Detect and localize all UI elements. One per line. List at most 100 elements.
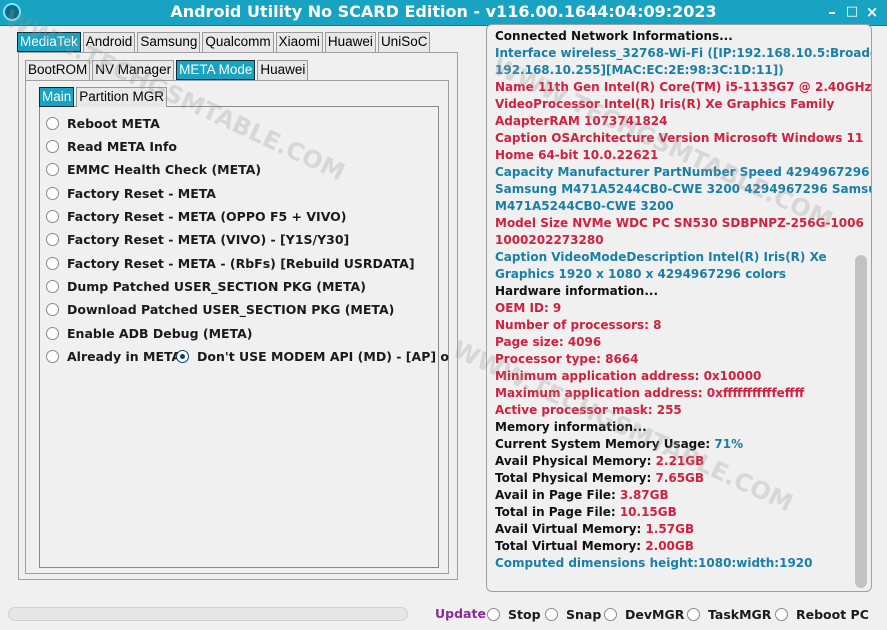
tab-huawei[interactable]: Huawei bbox=[257, 60, 309, 80]
tab-huawei[interactable]: Huawei bbox=[324, 32, 376, 52]
log-memory-line: Avail in Page File: 3.87GB bbox=[495, 487, 855, 504]
title-bar: Android Utility No SCARD Edition - v116.… bbox=[0, 0, 887, 26]
radio-button[interactable] bbox=[46, 232, 59, 246]
option-download-patched-user-section-pkg-meta[interactable]: Download Patched USER_SECTION PKG (META) bbox=[46, 300, 394, 318]
minimize-icon[interactable]: – bbox=[823, 3, 841, 21]
radio-button[interactable] bbox=[46, 302, 59, 316]
log-line: Graphics 1920 x 1080 x 4294967296 colors bbox=[495, 267, 786, 281]
log-line: Caption VideoModeDescription Intel(R) Ir… bbox=[495, 250, 827, 264]
option-label: Read META Info bbox=[67, 138, 177, 154]
log-memory-line: Avail Virtual Memory: 1.57GB bbox=[495, 521, 855, 538]
tab-meta-mode[interactable]: META Mode bbox=[176, 60, 256, 80]
log-line: Maximum application address: 0xfffffffff… bbox=[495, 386, 805, 400]
log-line: AdapterRAM 1073741824 bbox=[495, 114, 668, 128]
already-in-meta-label: Already in META bbox=[67, 348, 182, 364]
log-line: Memory information... bbox=[495, 420, 647, 434]
tab-unisoc[interactable]: UniSoC bbox=[377, 32, 431, 52]
bottom-option-reboot-pc[interactable]: Reboot PC bbox=[775, 606, 869, 623]
progress-bar bbox=[8, 607, 408, 621]
tab-samsung[interactable]: Samsung bbox=[137, 32, 201, 52]
bottom-option-devmgr[interactable]: DevMGR bbox=[604, 606, 684, 623]
option-label: Factory Reset - META (OPPO F5 + VIVO) bbox=[67, 208, 347, 224]
log-line: VideoProcessor Intel(R) Iris(R) Xe Graph… bbox=[495, 97, 835, 111]
log-memory-label: Avail Physical Memory: bbox=[495, 454, 656, 468]
log-memory-label: Total Physical Memory: bbox=[495, 471, 656, 485]
log-line: Connected Network Informations... bbox=[495, 29, 733, 43]
radio-button[interactable] bbox=[46, 256, 59, 270]
log-line: Model Size NVMe WDC PC SN530 SDBPNPZ-256… bbox=[495, 216, 864, 230]
log-memory-value: 1.57GB bbox=[645, 522, 695, 536]
sub-tabs: Main Partition MGR bbox=[39, 87, 169, 107]
already-in-meta-option[interactable]: Already in META bbox=[46, 347, 181, 365]
tab-bootrom[interactable]: BootROM bbox=[25, 60, 91, 80]
log-line: Name 11th Gen Intel(R) Core(TM) i5-1135G… bbox=[495, 80, 872, 94]
bottom-option-stop[interactable]: Stop bbox=[487, 606, 541, 623]
log-line: Capacity Manufacturer PartNumber Speed 4… bbox=[495, 165, 870, 179]
option-label: Factory Reset - META bbox=[67, 185, 216, 201]
option-factory-reset-meta-vivo-y1s-y30[interactable]: Factory Reset - META (VIVO) - [Y1S/Y30] bbox=[46, 230, 349, 248]
radio-button[interactable] bbox=[545, 608, 558, 621]
log-memory-line: Total in Page File: 10.15GB bbox=[495, 504, 855, 521]
radio-button[interactable] bbox=[46, 139, 59, 153]
dont-use-modem-api-option[interactable]: Don't USE MODEM API (MD) - [AP] o bbox=[176, 347, 449, 365]
tab-xiaomi[interactable]: Xiaomi bbox=[275, 32, 323, 52]
radio-button[interactable] bbox=[487, 608, 500, 621]
log-scrollbar[interactable] bbox=[855, 255, 867, 588]
option-label: Factory Reset - META (VIVO) - [Y1S/Y30] bbox=[67, 231, 350, 247]
radio-button[interactable] bbox=[687, 608, 700, 621]
tab-main[interactable]: Main bbox=[39, 87, 75, 107]
log-memory-value: 7.65GB bbox=[655, 471, 705, 485]
dont-use-modem-api-radio[interactable] bbox=[176, 349, 189, 363]
radio-button[interactable] bbox=[46, 209, 59, 223]
bottom-option-taskmgr[interactable]: TaskMGR bbox=[687, 606, 771, 623]
radio-button[interactable] bbox=[46, 186, 59, 200]
log-line: 192.168.10.255][MAC:EC:2E:98:3C:1D:11]) bbox=[495, 63, 784, 77]
already-in-meta-radio[interactable] bbox=[46, 349, 59, 363]
log-memory-value: 71% bbox=[714, 437, 744, 451]
log-line: Computed dimensions height:1080:width:19… bbox=[495, 556, 813, 570]
option-dump-patched-user-section-pkg-meta[interactable]: Dump Patched USER_SECTION PKG (META) bbox=[46, 277, 366, 295]
option-label: EMMC Health Check (META) bbox=[67, 161, 262, 177]
radio-button[interactable] bbox=[46, 279, 59, 293]
log-line: Interface wireless_32768-Wi-Fi ([IP:192.… bbox=[495, 46, 872, 60]
log-line: Home 64-bit 10.0.22621 bbox=[495, 148, 659, 162]
log-line: Minimum application address: 0x10000 bbox=[495, 369, 762, 383]
option-label: Enable ADB Debug (META) bbox=[67, 325, 253, 341]
log-line: Processor type: 8664 bbox=[495, 352, 639, 366]
window-title: Android Utility No SCARD Edition - v116.… bbox=[170, 2, 717, 21]
option-emmc-health-check-meta[interactable]: EMMC Health Check (META) bbox=[46, 160, 261, 178]
log-memory-value: 10.15GB bbox=[619, 505, 677, 519]
brand-tabs: MediaTek Android Samsung Qualcomm Xiaomi Huaw… bbox=[17, 32, 432, 52]
close-icon[interactable]: × bbox=[863, 3, 881, 21]
radio-button[interactable] bbox=[46, 116, 59, 130]
log-memory-line: Current System Memory Usage: 71% bbox=[495, 436, 855, 453]
option-read-meta-info[interactable]: Read META Info bbox=[46, 137, 177, 155]
log-line: Caption OSArchitecture Version Microsoft… bbox=[495, 131, 864, 145]
tab-partition-mgr[interactable]: Partition MGR bbox=[76, 87, 168, 107]
mode-tabs: BootROM NV Manager META Mode Huawei bbox=[25, 60, 310, 80]
option-factory-reset-meta-oppo-f5-vivo[interactable]: Factory Reset - META (OPPO F5 + VIVO) bbox=[46, 207, 347, 225]
tab-nv-manager[interactable]: NV Manager bbox=[92, 60, 175, 80]
option-label: Reboot META bbox=[67, 115, 160, 131]
tab-android[interactable]: Android bbox=[82, 32, 136, 52]
info-log[interactable]: Connected Network Informations... Interfa… bbox=[486, 24, 872, 592]
option-label: Dump Patched USER_SECTION PKG (META) bbox=[67, 278, 366, 294]
maximize-icon[interactable]: □ bbox=[843, 3, 861, 21]
option-enable-adb-debug-meta[interactable]: Enable ADB Debug (META) bbox=[46, 324, 253, 342]
radio-button[interactable] bbox=[46, 326, 59, 340]
option-factory-reset-meta[interactable]: Factory Reset - META bbox=[46, 184, 216, 202]
option-label: Factory Reset - META - (RbFs) [Rebuild U… bbox=[67, 255, 415, 271]
tab-qualcomm[interactable]: Qualcomm bbox=[202, 32, 274, 52]
update-link[interactable]: Update bbox=[435, 606, 486, 621]
radio-button[interactable] bbox=[775, 608, 788, 621]
log-memory-label: Current System Memory Usage: bbox=[495, 437, 715, 451]
tab-mediatek[interactable]: MediaTek bbox=[17, 32, 81, 52]
bottom-option-snap[interactable]: Snap bbox=[545, 606, 601, 623]
radio-button[interactable] bbox=[604, 608, 617, 621]
option-label: Download Patched USER_SECTION PKG (META) bbox=[67, 301, 395, 317]
log-line: M471A5244CB0-CWE 3200 bbox=[495, 199, 674, 213]
option-reboot-meta[interactable]: Reboot META bbox=[46, 114, 160, 132]
radio-button[interactable] bbox=[46, 162, 59, 176]
option-factory-reset-meta-rbfs-rebuild-usrdata[interactable]: Factory Reset - META - (RbFs) [Rebuild U… bbox=[46, 254, 415, 272]
bottom-option-label: TaskMGR bbox=[708, 607, 772, 622]
